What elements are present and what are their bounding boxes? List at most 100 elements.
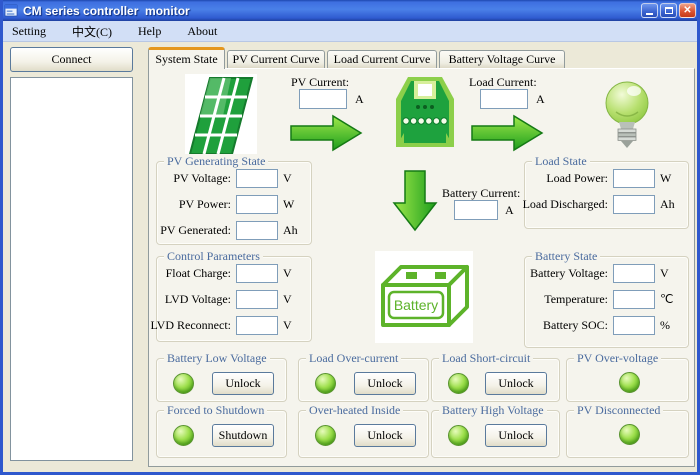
float-charge-input[interactable]: [236, 264, 278, 283]
pv-disconnected-led: [619, 424, 640, 445]
battery-current-label: Battery Current:: [442, 186, 520, 201]
group-battery-low-voltage: Battery Low Voltage Unlock: [156, 358, 287, 402]
float-charge-label: Float Charge:: [166, 266, 231, 281]
title-bar[interactable]: CM series controller monitor ✕: [0, 0, 700, 21]
group-forced-to-shutdown: Forced to Shutdown Shutdown: [156, 410, 287, 458]
group-over-heated-inside: Over-heated Inside Unlock: [298, 410, 429, 458]
group-title: Control Parameters: [164, 249, 263, 264]
group-control-parameters: Control Parameters Float Charge:V LVD Vo…: [156, 256, 312, 342]
group-title: Battery Low Voltage: [164, 351, 270, 366]
group-title: PV Over-voltage: [574, 351, 661, 366]
pv-over-voltage-led: [619, 372, 640, 393]
group-title: Over-heated Inside: [306, 403, 403, 418]
group-pv-disconnected: PV Disconnected: [566, 410, 689, 458]
arrow-right-load-icon: [470, 114, 544, 152]
forced-to-shutdown-button[interactable]: Shutdown: [212, 424, 274, 447]
temperature-unit: ℃: [660, 292, 680, 307]
group-pv-generating-state: PV Generating State PV Voltage:V PV Powe…: [156, 161, 312, 245]
over-heated-inside-led: [315, 425, 336, 446]
group-title: Load Over-current: [306, 351, 401, 366]
tab-pv-current-curve[interactable]: PV Current Curve: [227, 50, 325, 68]
solar-panel-icon: [185, 74, 257, 158]
load-current-unit: A: [536, 92, 545, 107]
load-power-unit: W: [660, 171, 680, 186]
pv-voltage-unit: V: [283, 171, 303, 186]
group-load-state: Load State Load Power:W Load Discharged:…: [524, 161, 689, 229]
menu-setting[interactable]: Setting: [12, 24, 46, 39]
window-title: CM series controller monitor: [23, 4, 641, 18]
battery-soc-input[interactable]: [613, 316, 655, 335]
lvd-reconnect-label: LVD Reconnect:: [150, 318, 231, 333]
pv-voltage-input[interactable]: [236, 169, 278, 188]
minimize-button[interactable]: [641, 3, 658, 18]
close-button[interactable]: ✕: [679, 3, 696, 18]
battery-current-unit: A: [505, 203, 514, 218]
maximize-icon: [665, 7, 673, 14]
tab-load-current-curve[interactable]: Load Current Curve: [327, 50, 437, 68]
load-current-label: Load Current:: [469, 75, 537, 90]
pv-power-input[interactable]: [236, 195, 278, 214]
forced-to-shutdown-led: [173, 425, 194, 446]
tab-system-state[interactable]: System State: [148, 47, 225, 69]
battery-icon-label: Battery: [394, 297, 438, 313]
battery-voltage-unit: V: [660, 266, 680, 281]
device-list[interactable]: [10, 77, 133, 461]
pv-generated-input[interactable]: [236, 221, 278, 240]
group-title: PV Generating State: [164, 154, 268, 169]
battery-current-input[interactable]: [454, 200, 498, 220]
pv-current-unit: A: [355, 92, 364, 107]
battery-low-voltage-unlock-button[interactable]: Unlock: [212, 372, 274, 395]
group-title: PV Disconnected: [574, 403, 663, 418]
group-title: Battery State: [532, 249, 600, 264]
group-title: Load Short-circuit: [439, 351, 533, 366]
load-current-input[interactable]: [480, 89, 528, 109]
load-power-input[interactable]: [613, 169, 655, 188]
lvd-reconnect-input[interactable]: [236, 316, 278, 335]
arrow-down-battery-icon: [392, 169, 438, 233]
group-title: Forced to Shutdown: [164, 403, 267, 418]
connect-button[interactable]: Connect: [10, 47, 133, 72]
battery-high-voltage-led: [448, 425, 469, 446]
menu-language[interactable]: 中文(C): [72, 23, 112, 40]
load-discharged-input[interactable]: [613, 195, 655, 214]
pv-current-label: PV Current:: [291, 75, 349, 90]
group-pv-over-voltage: PV Over-voltage: [566, 358, 689, 402]
pv-generated-unit: Ah: [283, 223, 303, 238]
group-load-short-circuit: Load Short-circuit Unlock: [431, 358, 560, 402]
menu-help[interactable]: Help: [138, 24, 161, 39]
pv-current-input[interactable]: [299, 89, 347, 109]
float-charge-unit: V: [283, 266, 303, 281]
arrow-right-pv-icon: [289, 114, 363, 152]
over-heated-inside-unlock-button[interactable]: Unlock: [354, 424, 416, 447]
menu-bar: Setting 中文(C) Help About: [0, 21, 700, 42]
group-battery-high-voltage: Battery High Voltage Unlock: [431, 410, 560, 458]
app-icon: [4, 3, 19, 18]
maximize-button[interactable]: [660, 3, 677, 18]
pv-power-unit: W: [283, 197, 303, 212]
group-title: Battery High Voltage: [439, 403, 547, 418]
load-discharged-unit: Ah: [660, 197, 680, 212]
battery-voltage-input[interactable]: [613, 264, 655, 283]
group-title: Load State: [532, 154, 590, 169]
battery-low-voltage-led: [173, 373, 194, 394]
lvd-voltage-unit: V: [283, 292, 303, 307]
battery-soc-unit: %: [660, 318, 680, 333]
temperature-input[interactable]: [613, 290, 655, 309]
light-bulb-icon: [600, 76, 654, 156]
controller-icon: [384, 73, 466, 153]
group-load-over-current: Load Over-current Unlock: [298, 358, 429, 402]
load-over-current-led: [315, 373, 336, 394]
pv-power-label: PV Power:: [179, 197, 231, 212]
menu-about[interactable]: About: [187, 24, 217, 39]
load-short-circuit-unlock-button[interactable]: Unlock: [485, 372, 547, 395]
system-state-page: PV Current: A Load Current: A: [148, 68, 695, 467]
lvd-voltage-label: LVD Voltage:: [165, 292, 231, 307]
load-over-current-unlock-button[interactable]: Unlock: [354, 372, 416, 395]
tab-battery-voltage-curve[interactable]: Battery Voltage Curve: [439, 50, 565, 68]
lvd-voltage-input[interactable]: [236, 290, 278, 309]
load-short-circuit-led: [448, 373, 469, 394]
battery-soc-label: Battery SOC:: [543, 318, 608, 333]
pv-voltage-label: PV Voltage:: [173, 171, 231, 186]
battery-high-voltage-unlock-button[interactable]: Unlock: [485, 424, 547, 447]
load-discharged-label: Load Discharged:: [523, 197, 608, 212]
